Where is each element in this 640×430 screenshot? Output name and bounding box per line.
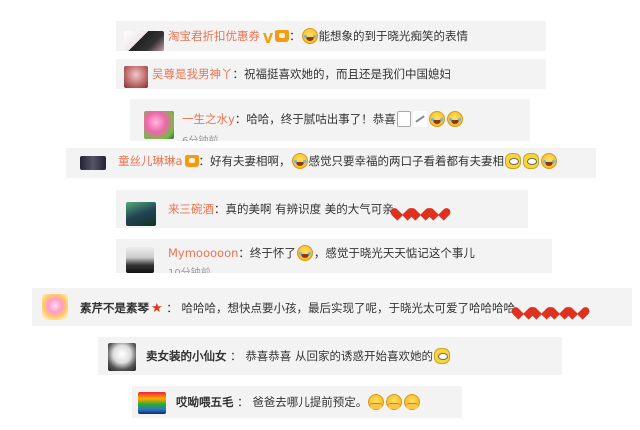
comment-text-continued: 感觉只要幸福的两口子看着都有夫妻相 xyxy=(308,154,505,168)
laugh-emoji-icon xyxy=(296,245,313,261)
commenter-name[interactable]: Mymooooon xyxy=(168,246,238,260)
crown-icon xyxy=(275,30,290,42)
separator: ： xyxy=(289,29,301,43)
separator: ： xyxy=(198,154,211,168)
avatar[interactable] xyxy=(144,111,174,139)
avatar[interactable] xyxy=(42,294,68,320)
minion-emoji-icon xyxy=(505,153,522,169)
comment-card: 哎呦喂五毛 ： 爸爸去哪儿提前预定。 xyxy=(132,386,462,418)
cover-face-emoji-icon xyxy=(386,394,403,410)
comment-card: 卖女装的小仙女 ： 恭喜恭喜 从回家的诱惑开始喜欢她的 xyxy=(98,337,562,375)
comment-card: Mymooooon：终于怀了 ，感觉于晓光天天惦记这个事儿 10分钟前 xyxy=(116,239,552,273)
timestamp: 6分钟前 xyxy=(182,132,218,141)
comment-text: 哈哈，终于腻咕出事了！恭喜 xyxy=(246,112,396,126)
verified-v-icon: V xyxy=(263,32,274,47)
commenter-name[interactable]: 淘宝君折扣优惠券 xyxy=(168,29,260,43)
avatar[interactable] xyxy=(80,156,106,170)
laugh-emoji-icon xyxy=(301,28,318,44)
avatar[interactable] xyxy=(124,31,164,51)
laugh-emoji-icon xyxy=(428,111,445,127)
minion-emoji-icon xyxy=(433,348,450,364)
laugh-emoji-icon xyxy=(541,153,558,169)
comment-text: 爸爸去哪儿提前预定。 xyxy=(252,395,368,409)
cake-emoji-icon xyxy=(396,111,411,127)
minion-emoji-icon xyxy=(523,153,540,169)
separator: ： xyxy=(232,67,245,81)
avatar[interactable] xyxy=(124,66,148,88)
comment-text: 能想象的到于晓光痴笑的表情 xyxy=(318,29,469,43)
heart-emoji-icon xyxy=(570,301,586,316)
comment-text: 恭喜恭喜 从回家的诱惑开始喜欢她的 xyxy=(245,349,433,363)
commenter-name[interactable]: 哎呦喂五毛 xyxy=(176,395,234,409)
avatar[interactable] xyxy=(108,343,136,371)
heart-emoji-icon xyxy=(431,202,447,217)
comment-card: 吴尊是我男神丫：祝福挺喜欢她的，而且还是我们中国媳妇 xyxy=(116,59,546,89)
separator: ： xyxy=(162,301,182,315)
comment-card: 童丝儿琳琳a ：好有夫妻相啊， 感觉只要幸福的两口子看着都有夫妻相 xyxy=(66,148,596,178)
comment-text-continued: ，感觉于晓光天天惦记这个事儿 xyxy=(313,246,475,260)
laugh-emoji-icon xyxy=(291,153,308,169)
separator: ： xyxy=(233,395,253,409)
separator: ： xyxy=(238,246,250,260)
timestamp: 10分钟前 xyxy=(168,264,211,273)
comment-card: 一生之水y：哈哈，终于腻咕出事了！恭喜 6分钟前 xyxy=(130,99,530,141)
commenter-name[interactable]: 一生之水y xyxy=(182,112,235,126)
avatar[interactable] xyxy=(138,392,166,414)
commenter-name[interactable]: 吴尊是我男神丫 xyxy=(152,67,233,81)
laugh-emoji-icon xyxy=(446,111,463,127)
comment-text: 哈哈哈，想快点要小孩，最后实现了呢，于晓光太可爱了哈哈哈哈 xyxy=(181,301,515,315)
separator: ： xyxy=(234,112,247,126)
comment-text: 祝福挺喜欢她的，而且还是我们中国媳妇 xyxy=(244,67,451,81)
cover-face-emoji-icon xyxy=(368,394,385,410)
comment-card: 来三碗酒：真的美啊 有辨识度 美的大气可亲 xyxy=(116,190,528,228)
comment-card: 素芹不是素琴 ★ ： 哈哈哈，想快点要小孩，最后实现了呢，于晓光太可爱了哈哈哈哈 xyxy=(32,288,632,326)
comment-text: 好有夫妻相啊， xyxy=(210,154,291,168)
comment-card: 淘宝君折扣优惠券 V ： 能想象的到于晓光痴笑的表情 xyxy=(116,21,546,51)
avatar[interactable] xyxy=(126,247,154,273)
separator: ： xyxy=(214,202,226,216)
separator: ： xyxy=(226,349,246,363)
commenter-name[interactable]: 童丝儿琳琳a xyxy=(118,154,183,168)
commenter-name[interactable]: 来三碗酒 xyxy=(168,202,214,216)
crown-icon xyxy=(184,155,199,167)
candle-emoji-icon xyxy=(412,111,427,127)
avatar[interactable] xyxy=(126,202,156,226)
comment-text: 真的美啊 有辨识度 美的大气可亲 xyxy=(225,202,394,216)
star-icon: ★ xyxy=(151,301,163,316)
commenter-name[interactable]: 卖女装的小仙女 xyxy=(146,349,227,363)
cover-face-emoji-icon xyxy=(404,394,421,410)
commenter-name[interactable]: 素芹不是素琴 xyxy=(80,301,149,315)
comment-text: 终于怀了 xyxy=(249,246,296,260)
